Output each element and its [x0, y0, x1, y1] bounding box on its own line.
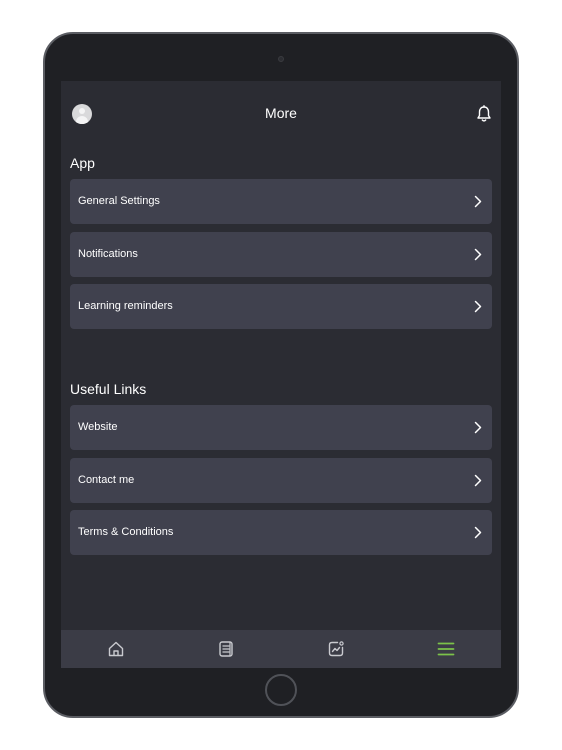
tab-progress[interactable]: [281, 630, 391, 668]
home-button[interactable]: [265, 674, 297, 706]
chevron-right-icon: [474, 248, 482, 260]
list-item-website[interactable]: Website: [70, 405, 492, 450]
list-item-label: General Settings: [78, 195, 160, 207]
chevron-right-icon: [474, 300, 482, 313]
bell-icon[interactable]: [476, 105, 492, 123]
list-item-learning-reminders[interactable]: Learning reminders: [70, 284, 492, 329]
list-item-contact-me[interactable]: Contact me: [70, 457, 492, 503]
list-item-label: Terms & Conditions: [78, 526, 174, 538]
list-item-terms-conditions[interactable]: Terms & Conditions: [70, 510, 492, 555]
tab-home[interactable]: [61, 630, 171, 668]
chevron-right-icon: [474, 526, 482, 539]
tab-notebook[interactable]: [171, 630, 281, 668]
app-settings-list: General Settings Notifications Learning …: [70, 179, 492, 329]
page-title: More: [265, 105, 297, 121]
progress-chart-icon: [328, 641, 344, 657]
home-icon: [108, 641, 124, 657]
list-item-label: Contact me: [78, 473, 135, 486]
menu-icon: [437, 642, 455, 656]
tab-more[interactable]: [391, 630, 501, 668]
chevron-right-icon: [474, 474, 482, 486]
notebook-icon: [219, 641, 233, 657]
chevron-right-icon: [474, 195, 482, 208]
list-item-label: Learning reminders: [78, 300, 173, 312]
section-title-app: App: [70, 155, 95, 171]
top-bar: More: [61, 81, 501, 143]
section-title-useful-links: Useful Links: [70, 381, 147, 397]
camera-dot: [278, 56, 284, 62]
bottom-tab-bar: [61, 630, 501, 668]
chevron-right-icon: [474, 421, 482, 434]
list-item-general-settings[interactable]: General Settings: [70, 179, 492, 224]
tablet-frame: More App General Settings Notifications: [43, 32, 519, 718]
list-item-label: Notifications: [78, 247, 138, 260]
useful-links-list: Website Contact me Terms & Conditions: [70, 405, 492, 555]
list-item-notifications[interactable]: Notifications: [70, 231, 492, 277]
app-screen: More App General Settings Notifications: [61, 81, 501, 668]
list-item-label: Website: [78, 421, 118, 433]
